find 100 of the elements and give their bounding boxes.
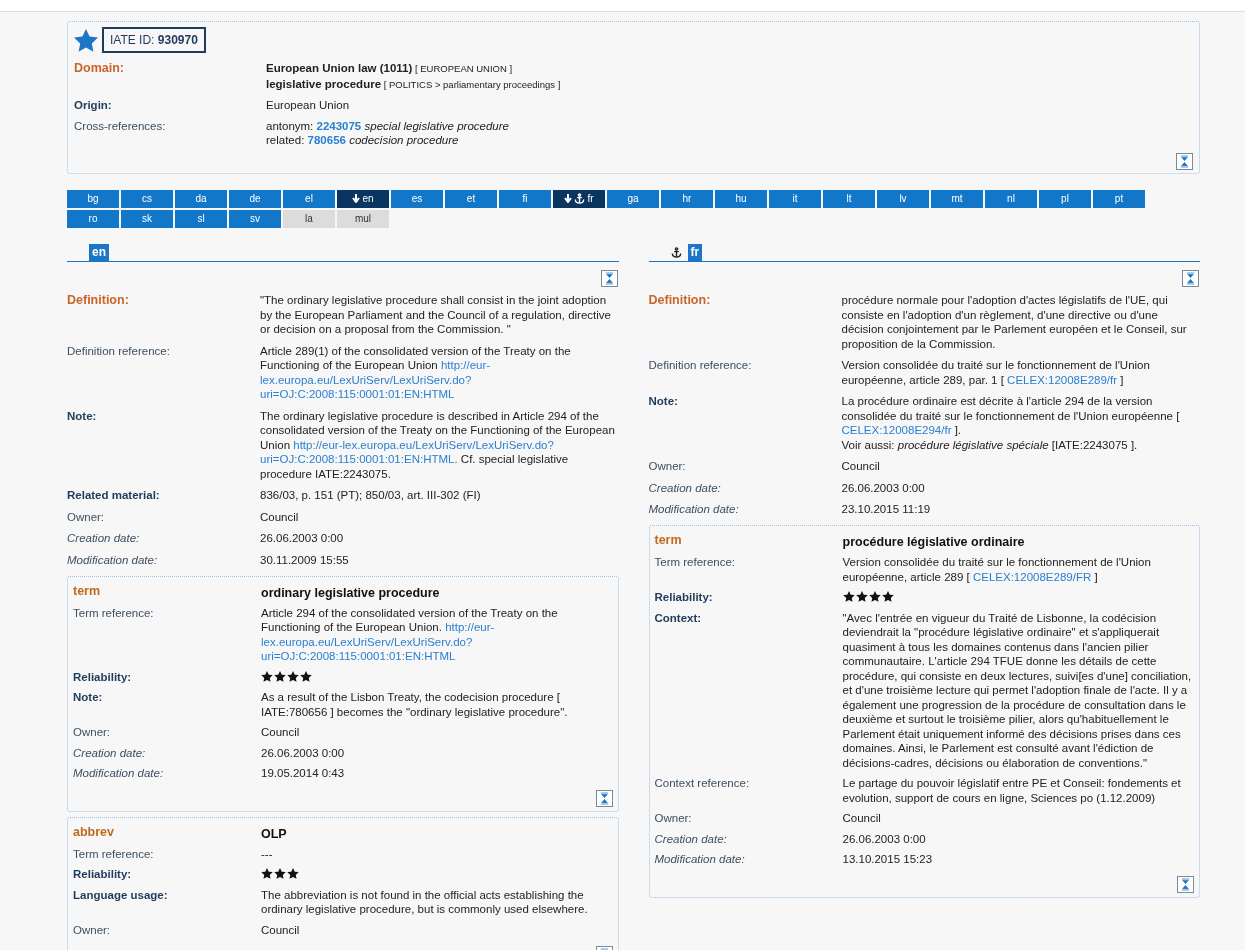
language-tab[interactable]: el xyxy=(283,189,335,208)
language-tab[interactable]: es xyxy=(391,189,443,208)
field-value: La procédure ordinaire est décrite à l'article 294 de la version consolidée du traité sur le fonctionnement de l'Union européenne [ CELEX:12008E294/fr ]. xyxy=(841,394,1181,438)
link[interactable]: lex.europa.eu/LexUriServ/LexUriServ.do? xyxy=(260,373,472,386)
down-arrow-icon xyxy=(564,194,573,203)
language-tab[interactable]: mul xyxy=(337,209,389,228)
field-value: 13.10.2015 15:23 xyxy=(842,852,934,867)
language-tab[interactable]: mt xyxy=(931,189,983,208)
star-icon xyxy=(287,670,299,682)
star-icon xyxy=(855,591,868,602)
field-value: --- xyxy=(261,846,274,861)
anchor-icon xyxy=(574,193,586,204)
language-tab[interactable]: sv xyxy=(229,209,281,228)
link[interactable]: 780656 xyxy=(307,134,346,146)
field-value: related: 780656 codecision procedure xyxy=(266,133,460,148)
field-label: Creation date: xyxy=(73,746,146,759)
field-value: 30.11.2009 15:55 xyxy=(260,552,350,567)
field-value: Council xyxy=(261,922,301,937)
field-label: Definition: xyxy=(648,293,711,307)
field-label: Modification date: xyxy=(73,767,164,779)
link[interactable]: lex.europa.eu/LexUriServ/LexUriServ.do? xyxy=(261,635,473,648)
term-type: term xyxy=(654,533,682,547)
field-label: Language usage: xyxy=(73,888,168,901)
field-label: Owner: xyxy=(73,726,111,738)
language-tab[interactable]: cs xyxy=(121,189,173,208)
language-tab[interactable]: pt xyxy=(1093,189,1145,208)
language-tab[interactable]: nl xyxy=(985,189,1037,208)
down-arrow-icon xyxy=(352,194,361,203)
language-tab[interactable]: sk xyxy=(121,209,173,228)
field-value: Le partage du pouvoir législatif entre PE et Conseil: fondements et evolution, support de cours en ligne, Sciences po (1.12.2009) xyxy=(842,776,1182,805)
star-icon xyxy=(881,591,894,602)
field-label: Term reference: xyxy=(73,606,154,619)
field-label: Modification date: xyxy=(654,853,745,865)
star-icon[interactable] xyxy=(74,28,98,52)
star-icon xyxy=(261,670,273,682)
field-value: "The ordinary legislative procedure shall consist in the joint adoption by the European Parliament and the Council of a regulation, directive or decision on a proposal from the Commission. " xyxy=(260,293,612,337)
link[interactable]: CELEX:12008E294/fr xyxy=(841,424,952,436)
collapse-button[interactable] xyxy=(1182,269,1199,287)
field-label: Definition: xyxy=(67,293,129,307)
term-text: ordinary legislative procedure xyxy=(261,584,440,601)
language-tab[interactable]: hr xyxy=(661,189,713,208)
link[interactable]: CELEX:12008E289/FR xyxy=(972,570,1092,583)
field-value: Voir aussi: procédure législative spéciale [IATE:2243075 ]. xyxy=(841,437,1139,452)
field-label: Context: xyxy=(654,611,702,624)
link[interactable]: http://eur- xyxy=(445,621,495,633)
field-value: Version consolidée du traité sur le fonctionnement de l'Union européenne, article 289 [ CELEX:12008E289/FR ] xyxy=(842,555,1152,584)
collapse-button[interactable] xyxy=(600,269,618,287)
language-tab[interactable]: fi xyxy=(499,189,551,208)
link[interactable]: http://eur-lex.europa.eu/LexUriServ/LexUriServ.do? xyxy=(293,438,554,451)
language-tab[interactable]: lt xyxy=(823,189,875,208)
term-type: abbrev xyxy=(73,824,114,839)
field-label: Definition reference: xyxy=(648,359,752,371)
link[interactable]: CELEX:12008E289/fr xyxy=(1007,373,1118,386)
field-label: Origin: xyxy=(74,99,112,111)
language-tab[interactable]: hu xyxy=(715,189,767,208)
link[interactable]: uri=OJ:C:2008:115:0001:01:EN:HTML xyxy=(260,388,455,400)
field-value: Article 294 of the consolidated version of the Treaty on the Functioning of the European Union. http://eur- lex.europa.eu/LexUriServ/LexUriServ.do? uri=OJ:C:2008:115:0001:01:EN:HTML xyxy=(261,605,559,664)
collapse-icon xyxy=(603,271,615,285)
language-tab[interactable]: bg xyxy=(67,189,119,208)
field-label: Note: xyxy=(648,395,678,407)
link[interactable]: http://eur- xyxy=(440,359,491,371)
field-value: Council xyxy=(261,725,301,740)
language-tab[interactable]: sl xyxy=(175,209,227,228)
language-tab[interactable]: ro xyxy=(67,209,119,228)
language-tab[interactable]: la xyxy=(283,209,335,228)
language-tab[interactable]: da xyxy=(175,189,227,208)
collapse-button[interactable] xyxy=(595,789,613,807)
field-value: 26.06.2003 0:00 xyxy=(841,480,926,495)
language-tab[interactable]: et xyxy=(445,189,497,208)
field-label: Domain: xyxy=(74,61,124,75)
field-label: Reliability: xyxy=(73,670,132,683)
language-tab[interactable]: de xyxy=(229,189,281,208)
term-text: OLP xyxy=(261,825,287,842)
field-label: Modification date: xyxy=(648,503,739,515)
language-tab[interactable]: ga xyxy=(607,189,659,208)
language-tab[interactable]: lv xyxy=(877,189,929,208)
field-value: Article 289(1) of the consolidated version of the Treaty on the Functioning of the European Union http://eur- lex.europa.eu/LexUriServ/LexUriServ.do? uri=OJ:C:2008:115:0001:01:EN:HTML xyxy=(260,343,572,402)
term-text: procédure législative ordinaire xyxy=(842,534,1025,550)
link[interactable]: 2243075 xyxy=(316,119,362,132)
language-tab[interactable]: en xyxy=(337,189,389,208)
collapse-icon xyxy=(1180,877,1191,891)
field-label: Cross-references: xyxy=(74,119,166,132)
link[interactable]: uri=OJ:C:2008:115:0001:01:EN:HTML xyxy=(261,650,456,662)
field-label: Creation date: xyxy=(654,832,727,845)
field-label: Context reference: xyxy=(654,777,750,789)
field-label: Related material: xyxy=(67,489,160,501)
collapse-button[interactable] xyxy=(1176,152,1193,170)
language-tab[interactable]: it xyxy=(769,189,821,208)
field-value: The abbreviation is not found in the official acts establishing the ordinary legislative procedure, but is commonly used elsewhere. xyxy=(261,887,589,917)
language-tab[interactable]: pl xyxy=(1039,189,1091,208)
field-label: Owner: xyxy=(73,923,111,936)
field-value: antonym: 2243075 special legislative procedure xyxy=(266,118,510,133)
field-value: European Union law (1011) [ EUROPEAN UNION ] xyxy=(266,61,514,76)
language-tab[interactable]: fr xyxy=(553,189,605,208)
field-value: procédure normale pour l'adoption d'actes législatifs de l'UE, qui consiste en l'adoption d'un règlement, d'une directive ou d'une décision conjointement par le Parlement européen et le Conseil, sur proposition de la Commission. xyxy=(841,293,1188,351)
field-label: Owner: xyxy=(654,812,692,824)
term-type: term xyxy=(73,583,101,598)
field-value: Council xyxy=(841,459,881,474)
collapse-button[interactable] xyxy=(1177,875,1194,893)
link[interactable]: uri=OJ:C:2008:115:0001:01:EN:HTML. xyxy=(260,453,458,465)
